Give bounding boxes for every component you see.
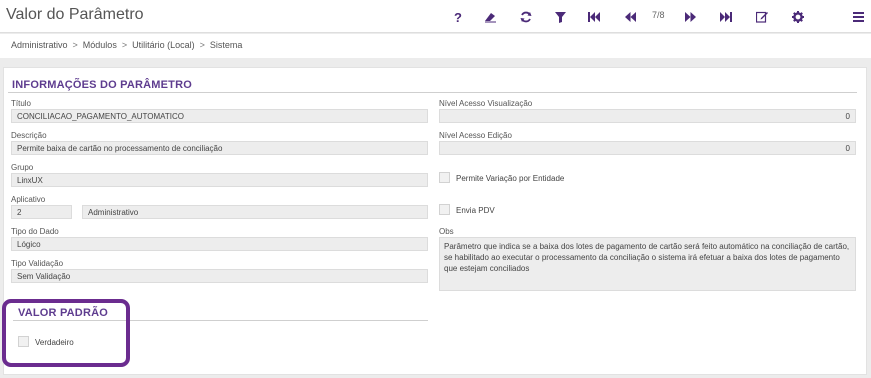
breadcrumb-separator: > [72,40,78,50]
breadcrumb-item-sistema[interactable]: Sistema [210,40,243,50]
edit-icon [756,11,768,23]
previous-icon [624,12,636,22]
record-counter: 7/8 [652,10,665,20]
help-button[interactable]: ? [448,7,468,27]
verdadeiro-label: Verdadeiro [35,338,74,347]
gear-icon [792,11,804,23]
next-record-button[interactable] [680,7,700,27]
filter-button[interactable] [550,7,570,27]
titulo-label: Título [11,99,32,108]
info-section-title: INFORMAÇÕES DO PARÂMETRO [12,79,192,91]
refresh-button[interactable] [516,7,536,27]
obs-label: Obs [439,227,454,236]
breadcrumb-item-modulos[interactable]: Módulos [83,40,117,50]
default-value-section-title: VALOR PADRÃO [18,307,108,319]
aplicativo-label: Aplicativo [11,195,46,204]
filter-icon [554,11,566,23]
first-record-button[interactable] [584,7,604,27]
aplicativo-code-field[interactable]: 2 [11,205,72,219]
tipo-dado-field[interactable]: Lógico [11,237,428,251]
envia-pdv-label: Envia PDV [456,206,495,215]
edit-button[interactable] [752,7,772,27]
titulo-field[interactable]: CONCILIACAO_PAGAMENTO_AUTOMATICO [11,109,428,123]
breadcrumb-item-administrativo[interactable]: Administrativo [11,40,68,50]
descricao-label: Descrição [11,131,47,140]
section-divider [8,92,857,93]
help-icon: ? [454,9,462,25]
breadcrumb: Administrativo > Módulos > Utilitário (Local… [11,40,242,50]
breadcrumb-separator: > [121,40,128,50]
tipo-validacao-label: Tipo Validação [11,259,64,268]
hamburger-icon [852,12,864,22]
settings-button[interactable] [788,7,808,27]
tipo-dado-label: Tipo do Dado [11,227,59,236]
previous-record-button[interactable] [620,7,640,27]
nivel-acesso-edicao-field[interactable]: 0 [439,141,856,155]
breadcrumb-item-utilitario[interactable]: Utilitário (Local) [132,40,195,50]
breadcrumb-separator: > [199,40,205,50]
envia-pdv-checkbox[interactable] [439,204,450,215]
grupo-field[interactable]: LinxUX [11,173,428,187]
nivel-acesso-edicao-label: Nível Acesso Edição [439,131,512,140]
last-record-button[interactable] [716,7,736,27]
first-icon [588,12,600,22]
section-divider [13,320,428,321]
aplicativo-name-field[interactable]: Administrativo [82,205,428,219]
breadcrumb-bar: Administrativo > Módulos > Utilitário (Local… [0,34,871,58]
refresh-icon [520,11,532,23]
nivel-acesso-visualizacao-field[interactable]: 0 [439,109,856,123]
grupo-label: Grupo [11,163,34,172]
nivel-acesso-visualizacao-label: Nível Acesso Visualização [439,99,533,108]
descricao-field[interactable]: Permite baixa de cartão no processamento… [11,141,428,155]
verdadeiro-checkbox[interactable] [18,336,29,347]
clear-button[interactable] [480,7,500,27]
permite-variacao-label: Permite Variação por Entidade [456,174,565,183]
tipo-validacao-field[interactable]: Sem Validação [11,269,428,283]
top-bar: Valor do Parâmetro ? 7/8 [0,0,871,33]
next-icon [684,12,696,22]
menu-button[interactable] [848,7,868,27]
obs-field[interactable]: Parâmetro que indica se a baixa dos lote… [439,237,856,291]
permite-variacao-checkbox[interactable] [439,172,450,183]
eraser-icon [485,13,496,23]
last-icon [720,12,732,22]
page-title: Valor do Parâmetro [6,6,144,23]
